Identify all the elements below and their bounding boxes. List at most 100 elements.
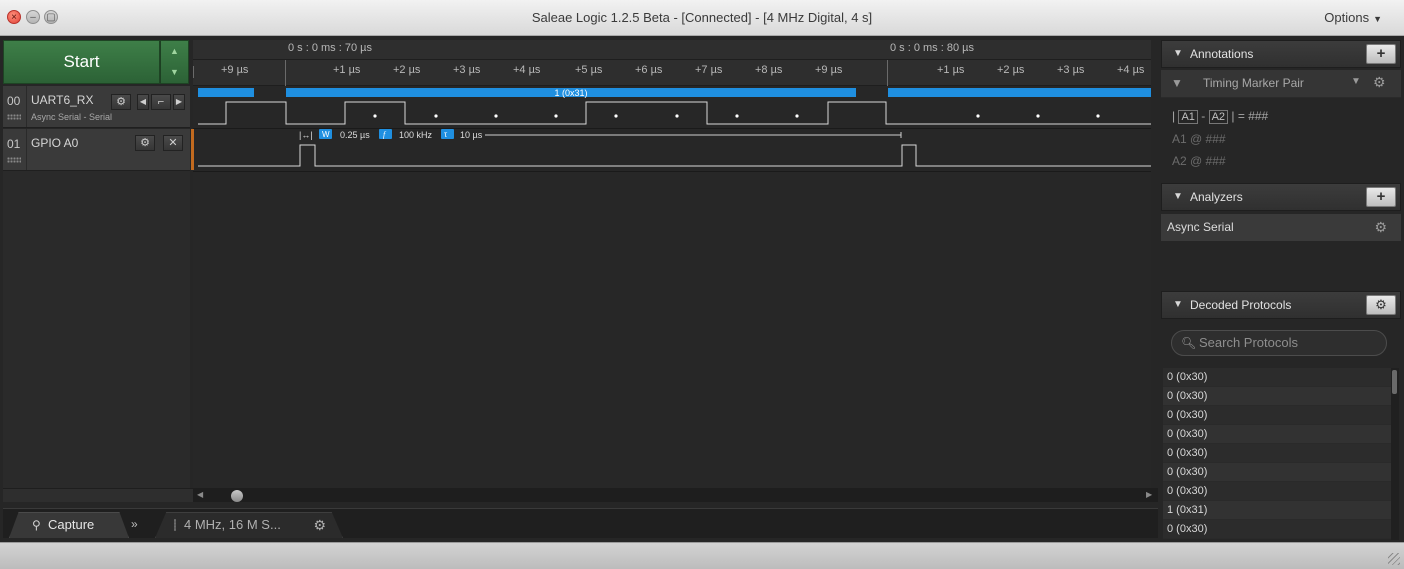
gear-icon[interactable]: ⚙ [1373,74,1386,91]
list-item[interactable]: 0 (0x30) [1163,425,1391,444]
more-tabs-icon[interactable]: » [131,517,138,531]
add-analyzer-button[interactable]: + [1366,187,1396,207]
divider [26,86,27,127]
scroll-thumb[interactable] [1392,370,1397,394]
add-annotation-button[interactable]: + [1366,44,1396,64]
decoded-protocol-list[interactable]: 0 (0x30) 0 (0x30) 0 (0x30) 0 (0x30) 0 (0x30)… [1163,368,1391,540]
timing-marker-pair-row[interactable]: ▼ Timing Marker Pair ▼ ⚙ [1161,70,1401,98]
chevron-down-icon[interactable]: ▼ [1351,76,1361,87]
options-label: Options [1324,10,1370,25]
disclosure-triangle-icon[interactable]: ▼ [1173,292,1183,318]
start-button[interactable]: Start [3,40,160,84]
drag-grip-icon[interactable] [7,157,21,163]
tick-label: +9 µs [815,64,843,76]
tab-sample-rate[interactable]: 4 MHz, 16 M S... ⚙ [155,512,343,538]
channel-panel-empty [3,171,190,488]
resize-grip-icon[interactable] [1388,553,1400,565]
analyzer-item[interactable]: Async Serial ⚙ [1161,214,1401,241]
tick-label: +9 µs [221,64,249,76]
list-item[interactable]: 0 (0x30) [1163,482,1391,501]
chevron-left-icon[interactable]: ◀ [137,94,149,110]
decoded-frame-bar[interactable] [198,88,254,97]
options-menu[interactable]: Options ▼ [1324,10,1382,25]
list-item[interactable]: 0 (0x30) [1163,368,1391,387]
period-value: 10 µs [460,130,483,140]
decoded-frame-label: 1 (0x31) [554,88,587,98]
chevron-up-icon[interactable]: ▲ [161,41,188,62]
pulse-width-value: 0.25 µs [340,130,370,140]
tick-label: +1 µs [333,64,361,76]
disclosure-triangle-icon[interactable]: ▼ [1173,184,1183,210]
gear-icon[interactable]: ⚙ [1374,214,1387,241]
width-arrow-icon: |↔| [299,130,313,140]
channel-name[interactable]: UART6_RX [31,93,93,107]
time-ruler[interactable]: +9 µs +1 µs +2 µs +3 µs +4 µs +5 µs +6 µs +7 µs… [193,60,1151,86]
chevron-right-icon[interactable]: ▶ [173,94,185,110]
tick-label: +1 µs [937,64,965,76]
decoded-frame-bar[interactable] [888,88,1151,97]
search-list-icon: ⚲ [32,518,41,532]
gear-icon[interactable]: ⚙ [1366,295,1396,315]
time-marker-a: 0 s : 0 ms : 70 µs [288,42,372,54]
app-window: × – ▢ Saleae Logic 1.2.5 Beta - [Connect… [0,0,1404,569]
a2-value: A2 @ ### [1172,154,1226,168]
bit-sample-dots [373,114,1100,118]
channel-analyzer-label: Async Serial - Serial [31,112,113,122]
channel-row-00[interactable]: 00 UART6_RX Async Serial - Serial ⚙ ◀ ⌐ … [3,86,190,128]
major-tick [887,60,888,86]
annotations-header[interactable]: ▼ Annotations + [1161,40,1401,68]
list-item[interactable]: 0 (0x30) [1163,406,1391,425]
chevron-down-icon: ▼ [1373,14,1382,24]
disclosure-triangle-icon[interactable]: ▼ [1173,41,1183,67]
channel-row-01[interactable]: 01 GPIO A0 ⚙ ✕ [3,129,190,171]
decoded-protocols-header[interactable]: ▼ Decoded Protocols ⚙ [1161,291,1401,319]
marker-difference: | A1 - A2 | = ### [1172,109,1269,124]
start-options[interactable]: ▲ ▼ [160,40,189,84]
a1-box[interactable]: A1 [1178,110,1198,124]
waveform-svg[interactable]: 1 (0x31) |↔| W 0.25 µs f 100 kHz τ 10 µs [193,86,1151,172]
sample-rate-label: 4 MHz, 16 M S... [184,517,281,532]
analyzers-header[interactable]: ▼ Analyzers + [1161,183,1401,211]
gear-icon[interactable]: ⚙ [313,513,326,537]
list-item[interactable]: 1 (0x31) [1163,501,1391,520]
scroll-track[interactable] [193,489,1158,502]
a2-box[interactable]: A2 [1208,110,1229,124]
time-marker-ruler[interactable]: 0 s : 0 ms : 70 µs 0 s : 0 ms : 80 µs [193,40,1151,60]
scroll-right-icon[interactable]: ▶ [1146,490,1152,499]
tick-label: +3 µs [453,64,481,76]
close-icon[interactable]: ✕ [163,135,183,151]
channel-number: 01 [7,137,21,151]
timing-marker-pair-label: Timing Marker Pair [1203,76,1304,90]
frequency-badge-icon [379,129,392,139]
ruler-edge-tick [193,66,194,78]
pin-icon[interactable]: ▼ [1171,76,1183,90]
time-marker-b: 0 s : 0 ms : 80 µs [890,42,974,54]
width-badge-letter: W [322,130,330,139]
scroll-left-icon[interactable]: ◀ [197,490,203,499]
drag-grip-icon [174,519,176,531]
list-item[interactable]: 0 (0x30) [1163,520,1391,539]
tab-capture[interactable]: ⚲ Capture [9,512,129,538]
gear-icon[interactable]: ⚙ [135,135,155,151]
analyzers-title: Analyzers [1190,190,1243,204]
vertical-scrollbar[interactable] [1391,368,1399,540]
measurement-bar[interactable]: |↔| W 0.25 µs f 100 kHz τ 10 µs [299,129,902,140]
window-title: Saleae Logic 1.2.5 Beta - [Connected] - … [531,10,873,25]
scroll-thumb[interactable] [231,490,243,502]
tick-label: +2 µs [393,64,421,76]
search-protocols-input[interactable]: 🔍︎ Search Protocols [1171,330,1387,356]
list-item[interactable]: 0 (0x30) [1163,463,1391,482]
horizontal-scrollbar[interactable]: ◀ ▶ [3,488,1158,502]
analyzer-name: Async Serial [1167,220,1234,234]
drag-grip-icon[interactable] [7,114,21,120]
list-item[interactable]: 0 (0x30) [1163,444,1391,463]
trigger-edge-icon[interactable]: ⌐ [151,94,171,110]
chevron-down-icon[interactable]: ▼ [161,62,188,83]
annotations-title: Annotations [1190,47,1254,61]
tab-capture-label: Capture [48,517,95,532]
search-placeholder: Search Protocols [1199,335,1298,350]
list-item[interactable]: 0 (0x30) [1163,387,1391,406]
decoded-protocols-title: Decoded Protocols [1190,298,1292,312]
channel-name[interactable]: GPIO A0 [31,136,78,150]
gear-icon[interactable]: ⚙ [111,94,131,110]
